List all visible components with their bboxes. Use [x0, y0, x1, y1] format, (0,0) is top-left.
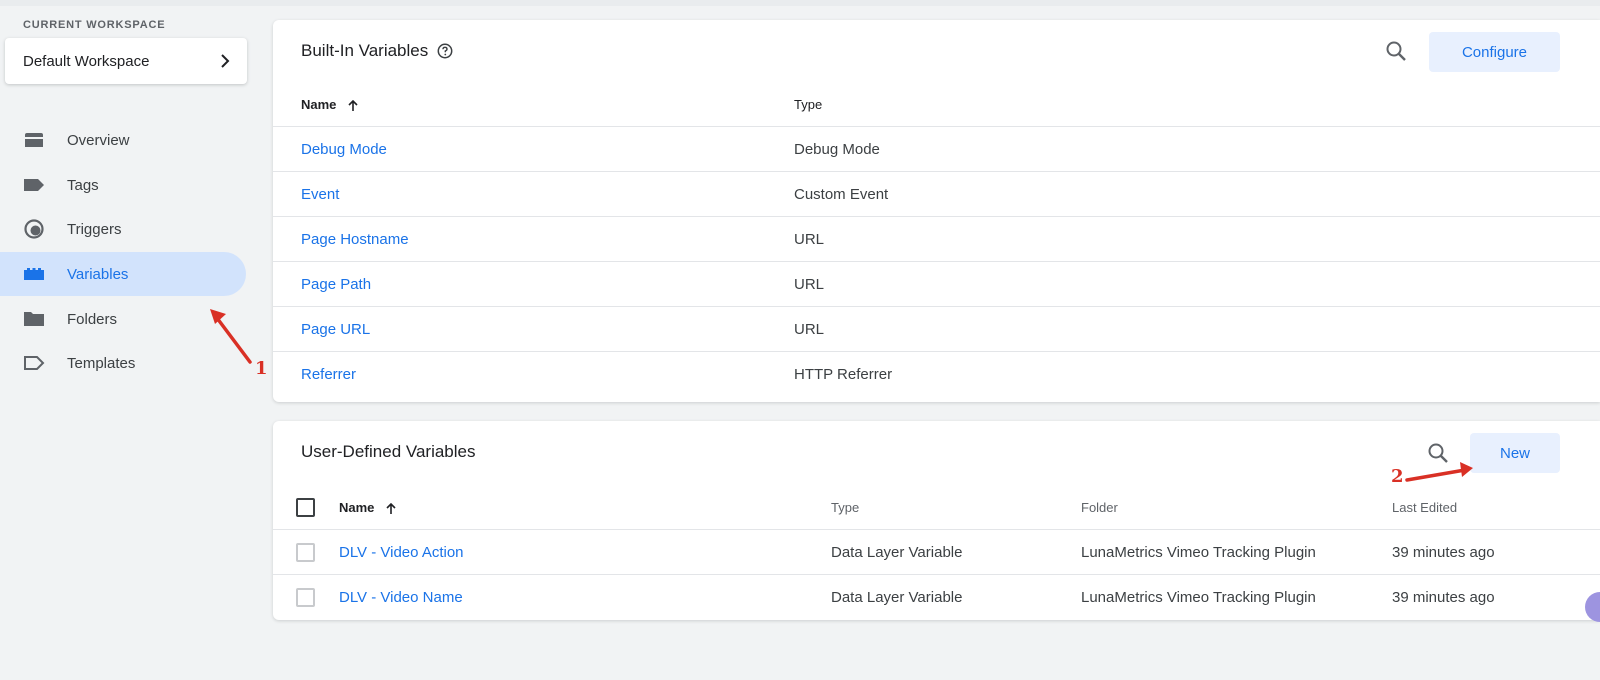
sidebar-item-overview[interactable]: Overview — [0, 118, 246, 162]
variable-folder: LunaMetrics Vimeo Tracking Plugin — [1081, 544, 1316, 561]
column-header-type: Type — [831, 500, 860, 515]
annotation-number-2: 2 — [1391, 466, 1404, 487]
annotation-arrow-2-icon — [1405, 462, 1473, 482]
variable-type: URL — [794, 231, 825, 248]
variable-last-edited: 39 minutes ago — [1392, 589, 1495, 606]
sidebar-item-label: Templates — [67, 354, 136, 372]
row-checkbox[interactable] — [296, 543, 315, 562]
variable-name-link[interactable]: Page Hostname — [301, 217, 409, 262]
sidebar-item-label: Overview — [67, 131, 130, 149]
sidebar-item-label: Tags — [67, 176, 99, 194]
column-header-type: Type — [794, 97, 823, 112]
variable-name-link[interactable]: Debug Mode — [301, 127, 387, 172]
variable-name-link[interactable]: DLV - Video Name — [339, 575, 463, 620]
template-icon — [22, 351, 46, 375]
variable-type: URL — [794, 276, 825, 293]
variable-type: URL — [794, 321, 825, 338]
table-row: Page Path URL — [273, 261, 1600, 306]
variable-type: HTTP Referrer — [794, 366, 893, 383]
variable-type: Data Layer Variable — [831, 544, 963, 561]
builtin-title-wrap: Built-In Variables — [301, 41, 453, 61]
column-header-name[interactable]: Name — [339, 500, 396, 515]
builtin-variables-card: Built-In Variables Configure Name Type D… — [273, 20, 1600, 402]
sidebar-item-triggers[interactable]: Triggers — [0, 207, 246, 251]
variable-type: Debug Mode — [794, 141, 880, 158]
variable-type: Data Layer Variable — [831, 589, 963, 606]
variable-name-link[interactable]: Referrer — [301, 352, 356, 397]
folder-icon — [22, 307, 46, 331]
annotation-number-1: 1 — [255, 358, 268, 379]
column-header-folder: Folder — [1081, 500, 1118, 515]
table-row: DLV - Video Action Data Layer Variable L… — [273, 529, 1600, 574]
table-row: DLV - Video Name Data Layer Variable Lun… — [273, 574, 1600, 619]
variable-last-edited: 39 minutes ago — [1392, 544, 1495, 561]
overview-icon — [22, 128, 46, 152]
variables-icon — [22, 262, 46, 286]
variable-type: Custom Event — [794, 186, 889, 203]
sidebar-item-label: Variables — [67, 265, 129, 283]
search-icon[interactable] — [1383, 38, 1409, 64]
user-defined-variables-card: User-Defined Variables New Name Type Fol… — [273, 421, 1600, 620]
workspace-selector[interactable]: Default Workspace — [5, 38, 247, 84]
workspace-name: Default Workspace — [23, 52, 150, 70]
variable-name-link[interactable]: Page Path — [301, 262, 371, 307]
column-header-name[interactable]: Name — [301, 97, 358, 112]
sidebar-item-tags[interactable]: Tags — [0, 163, 246, 207]
chevron-right-icon — [221, 54, 230, 68]
variable-name-link[interactable]: DLV - Video Action — [339, 530, 464, 575]
arrow-up-icon — [348, 99, 358, 111]
workspace-label: CURRENT WORKSPACE — [23, 19, 166, 31]
configure-button[interactable]: Configure — [1429, 32, 1560, 72]
select-all-checkbox[interactable] — [296, 498, 315, 517]
arrow-up-icon — [386, 502, 396, 514]
card-title: User-Defined Variables — [301, 442, 476, 461]
help-icon[interactable] — [437, 43, 453, 59]
variable-name-link[interactable]: Page URL — [301, 307, 370, 352]
table-row: Event Custom Event — [273, 171, 1600, 216]
tag-icon — [22, 173, 46, 197]
row-checkbox[interactable] — [296, 588, 315, 607]
table-row: Page Hostname URL — [273, 216, 1600, 261]
column-header-last-edited: Last Edited — [1392, 500, 1458, 515]
sidebar-item-label: Folders — [67, 310, 118, 328]
sidebar-item-label: Triggers — [67, 220, 122, 238]
variable-name-link[interactable]: Event — [301, 172, 339, 217]
variable-folder: LunaMetrics Vimeo Tracking Plugin — [1081, 589, 1316, 606]
trigger-icon — [22, 217, 46, 241]
sidebar-item-variables[interactable]: Variables — [0, 252, 246, 296]
table-row: Page URL URL — [273, 306, 1600, 351]
table-row: Referrer HTTP Referrer — [273, 351, 1600, 396]
table-row: Debug Mode Debug Mode — [273, 126, 1600, 171]
card-title: Built-In Variables — [301, 41, 429, 60]
